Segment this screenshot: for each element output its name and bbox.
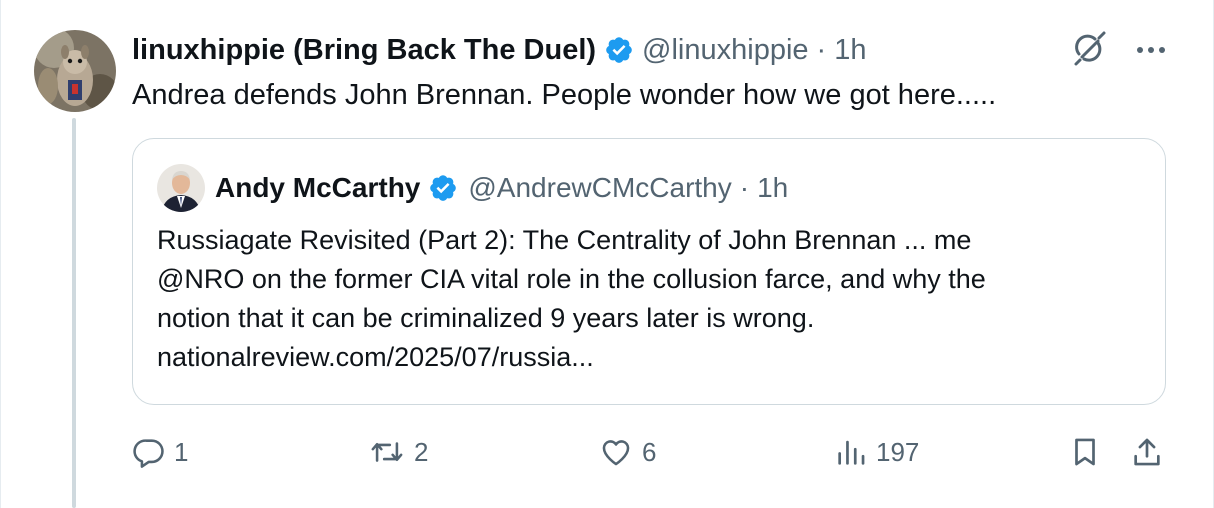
squirrel-avatar-icon <box>34 30 116 112</box>
thread-connector-line <box>72 118 76 508</box>
quoted-author-handle[interactable]: @AndrewCMcCarthy <box>468 172 731 204</box>
quoted-tweet-text: Russiagate Revisited (Part 2): The Centr… <box>157 221 1147 377</box>
author-avatar[interactable] <box>34 30 116 112</box>
tweet-timestamp[interactable]: 1h <box>834 34 866 67</box>
portrait-avatar-icon <box>157 164 205 212</box>
more-options-icon[interactable] <box>1134 33 1168 72</box>
verified-badge-icon[interactable] <box>604 35 634 65</box>
views-chart-icon <box>838 440 865 465</box>
repost-button[interactable]: 2 <box>368 430 428 474</box>
quoted-link[interactable]: nationalreview.com/2025/07/russia... <box>157 338 1147 377</box>
view-count: 197 <box>876 436 920 467</box>
quoted-text-line: Russiagate Revisited (Part 2): The Centr… <box>157 225 972 255</box>
tweet-header: linuxhippie (Bring Back The Duel) @linux… <box>132 30 866 70</box>
author-handle[interactable]: @linuxhippie <box>642 34 808 67</box>
quoted-separator-dot: · <box>739 172 750 203</box>
like-button[interactable]: 6 <box>598 430 656 474</box>
heart-icon <box>602 440 630 466</box>
views-button[interactable]: 197 <box>834 430 919 474</box>
share-icon <box>1134 438 1160 466</box>
quoted-verified-badge-icon[interactable] <box>428 173 458 203</box>
reply-icon <box>133 439 164 468</box>
author-display-name[interactable]: linuxhippie (Bring Back The Duel) <box>132 34 596 67</box>
separator-dot: · <box>816 33 827 66</box>
quoted-tweet-card[interactable]: Andy McCarthy @AndrewCMcCarthy · 1h Russ… <box>132 138 1166 405</box>
quoted-tweet-header: Andy McCarthy @AndrewCMcCarthy · 1h <box>215 167 788 209</box>
repost-icon <box>371 442 403 462</box>
like-count: 6 <box>642 436 657 467</box>
bookmark-button[interactable] <box>1068 430 1102 474</box>
repost-count: 2 <box>414 436 429 467</box>
share-button[interactable] <box>1130 430 1164 474</box>
quoted-text-line: @NRO on the former CIA vital role in the… <box>157 264 986 294</box>
tweet-action-bar: 1 2 6 197 <box>130 430 1180 474</box>
quoted-author-display-name[interactable]: Andy McCarthy <box>215 172 420 204</box>
quoted-author-avatar[interactable] <box>157 164 205 212</box>
grok-icon[interactable] <box>1070 30 1110 75</box>
quoted-tweet-timestamp[interactable]: 1h <box>757 172 788 204</box>
reply-count: 1 <box>174 436 189 467</box>
quoted-text-line: notion that it can be criminalized 9 yea… <box>157 303 815 333</box>
reply-button[interactable]: 1 <box>132 430 188 474</box>
top-actions <box>1070 30 1168 75</box>
tweet-text: Andrea defends John Brennan. People wond… <box>132 79 997 111</box>
bookmark-icon <box>1075 438 1095 466</box>
